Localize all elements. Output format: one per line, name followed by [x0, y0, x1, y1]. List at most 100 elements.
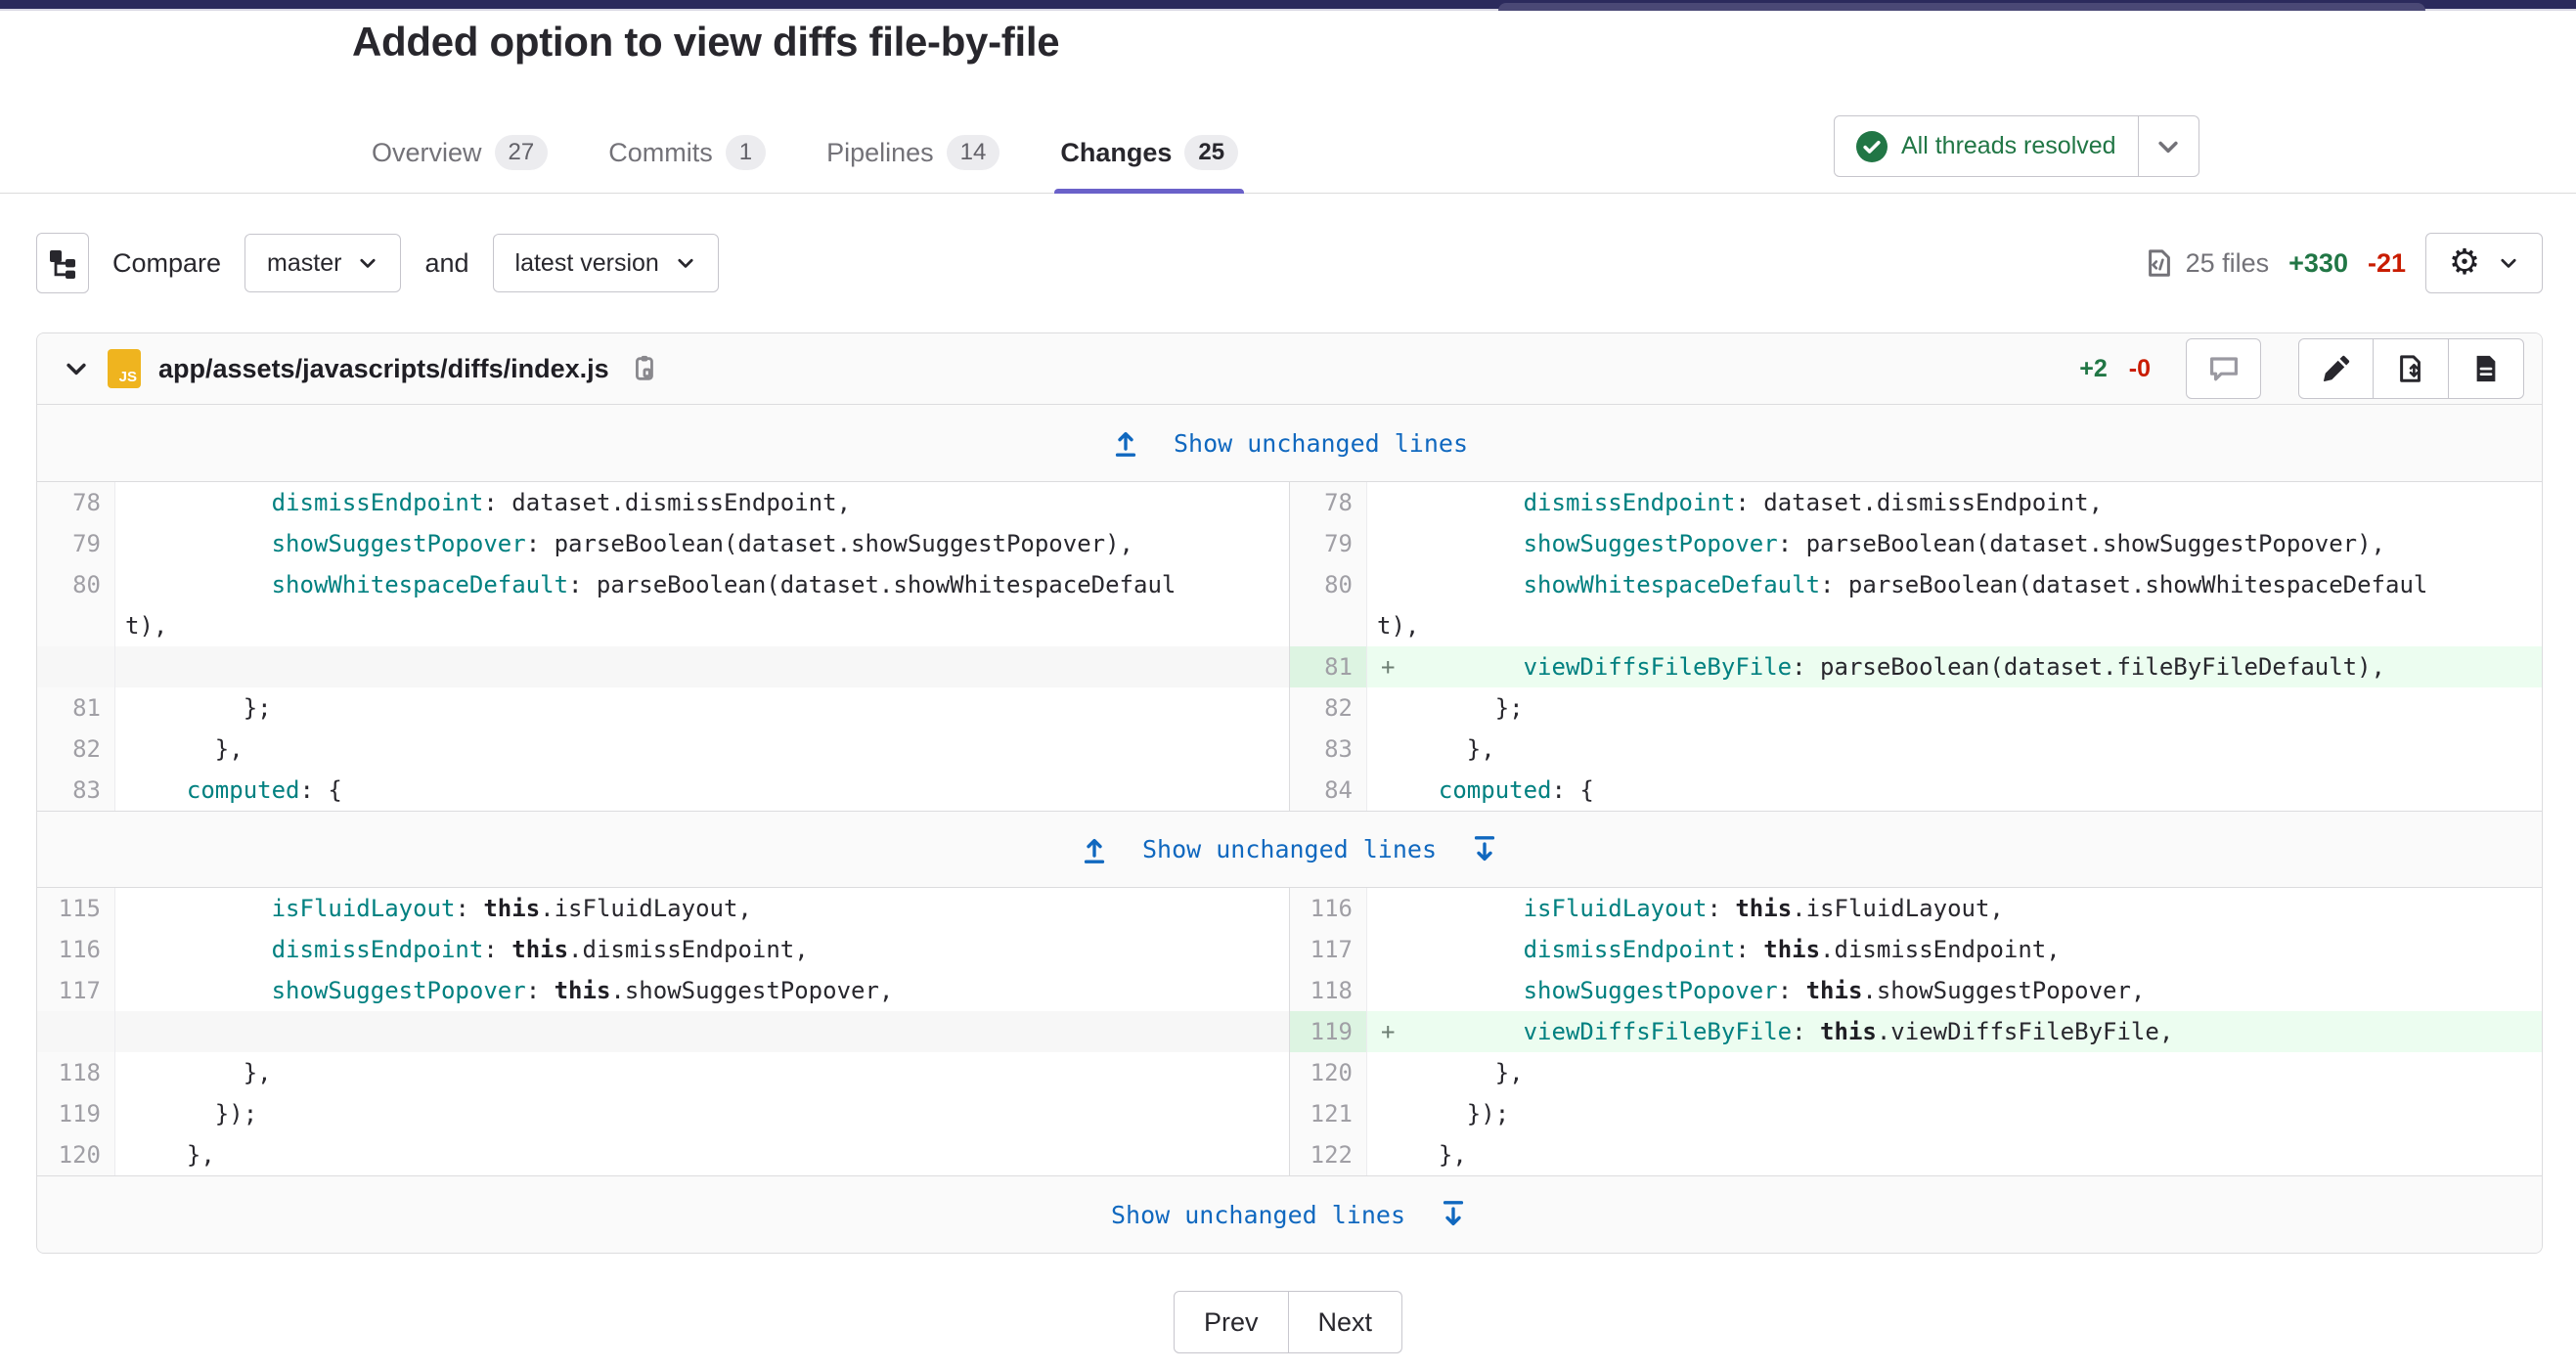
threads-resolved-dropdown-caret[interactable]	[2139, 115, 2199, 177]
old-code-cell	[115, 646, 1289, 687]
merge-request-changes-page: Added option to view diffs file-by-file …	[0, 0, 2576, 1371]
source-branch-value: master	[267, 249, 341, 278]
old-code-cell: },	[115, 1134, 1289, 1175]
old-line-number[interactable]: 116	[37, 929, 115, 970]
file-tree-toggle-button[interactable]	[36, 233, 89, 293]
old-line-number[interactable]: 79	[37, 523, 115, 564]
target-version-dropdown[interactable]: latest version	[493, 234, 719, 292]
old-code-cell: dismissEndpoint: this.dismissEndpoint,	[115, 929, 1289, 970]
new-line-number[interactable]: 117	[1289, 929, 1367, 970]
new-code-cell: showWhitespaceDefault: parseBoolean(data…	[1367, 564, 2542, 605]
new-line-number[interactable]: 120	[1289, 1052, 1367, 1093]
chevron-down-icon	[357, 252, 378, 274]
threads-resolved-label: All threads resolved	[1901, 132, 2116, 160]
new-line-number[interactable]: 119	[1289, 1011, 1367, 1052]
edit-file-button[interactable]	[2298, 338, 2374, 399]
chevron-down-icon	[675, 252, 696, 274]
compare-label: Compare	[112, 248, 221, 279]
mr-header: Added option to view diffs file-by-file …	[0, 13, 2576, 194]
navbar-search-bar[interactable]	[1498, 3, 2425, 11]
diff-row: 81+ viewDiffsFileByFile: parseBoolean(da…	[37, 646, 2542, 687]
new-code-cell: };	[1367, 687, 2542, 729]
view-file-button[interactable]	[2449, 338, 2524, 399]
diff-settings-dropdown[interactable]: ⚙	[2425, 233, 2543, 293]
old-code-cell: showSuggestPopover: parseBoolean(dataset…	[115, 523, 1289, 564]
old-line-number[interactable]: 118	[37, 1052, 115, 1093]
additions-count: +330	[2288, 248, 2348, 279]
next-file-button[interactable]: Next	[1289, 1291, 1403, 1353]
diff-row: 81 };82 };	[37, 687, 2542, 729]
target-version-value: latest version	[515, 249, 659, 278]
tab-commits[interactable]: Commits 1	[602, 135, 772, 194]
diff-row: 116 dismissEndpoint: this.dismissEndpoin…	[37, 929, 2542, 970]
diff-row: 119+ viewDiffsFileByFile: this.viewDiffs…	[37, 1011, 2542, 1052]
file-additions: +2	[2079, 355, 2108, 383]
show-unchanged-lines-link[interactable]: Show unchanged lines	[1111, 1201, 1405, 1229]
diff-hunk: 115 isFluidLayout: this.isFluidLayout,11…	[37, 888, 2542, 1175]
new-code-cell: },	[1367, 1052, 2542, 1093]
expand-lines-up-row[interactable]: Show unchanged lines	[37, 405, 2542, 482]
show-unchanged-lines-link[interactable]: Show unchanged lines	[1142, 835, 1437, 863]
file-pagination: Prev Next	[1174, 1291, 1402, 1353]
added-line-marker: +	[1381, 646, 1395, 687]
compare-versions-button[interactable]	[2374, 338, 2449, 399]
old-line-number[interactable]: 81	[37, 687, 115, 729]
new-line-number[interactable]: 83	[1289, 729, 1367, 770]
new-line-number[interactable]: 121	[1289, 1093, 1367, 1134]
new-code-cell: computed: {	[1367, 770, 2542, 811]
expand-up-icon	[1080, 835, 1109, 864]
source-branch-dropdown[interactable]: master	[244, 234, 401, 292]
new-code-cell: },	[1367, 729, 2542, 770]
tab-label: Commits	[608, 138, 713, 168]
new-code-cell: isFluidLayout: this.isFluidLayout,	[1367, 888, 2542, 929]
old-line-number[interactable]: 117	[37, 970, 115, 1011]
file-path[interactable]: app/assets/javascripts/diffs/index.js	[158, 354, 609, 384]
new-line-number[interactable]: 79	[1289, 523, 1367, 564]
diff-row: 83 computed: {84 computed: {	[37, 770, 2542, 811]
tab-overview[interactable]: Overview 27	[366, 135, 554, 194]
old-line-number[interactable]: 120	[37, 1134, 115, 1175]
show-unchanged-lines-link[interactable]: Show unchanged lines	[1174, 429, 1468, 458]
tab-changes[interactable]: Changes 25	[1054, 135, 1244, 194]
new-line-number[interactable]: 78	[1289, 482, 1367, 523]
copy-path-icon[interactable]	[629, 354, 658, 383]
new-line-number[interactable]: 81	[1289, 646, 1367, 687]
file-versions-icon	[2396, 354, 2425, 383]
new-code-cell: },	[1367, 1134, 2542, 1175]
new-line-number[interactable]: 80	[1289, 564, 1367, 605]
old-line-number[interactable]: 80	[37, 564, 115, 605]
diff-row: t),t),	[37, 605, 2542, 646]
diff-stats: 25 files +330 -21 ⚙	[2145, 233, 2543, 293]
tab-pipelines[interactable]: Pipelines 14	[821, 135, 1005, 194]
tab-count-badge: 1	[726, 135, 766, 170]
old-line-number[interactable]: 78	[37, 482, 115, 523]
old-code-cell: },	[115, 1052, 1289, 1093]
prev-file-button[interactable]: Prev	[1174, 1291, 1289, 1353]
new-line-number[interactable]: 116	[1289, 888, 1367, 929]
old-line-number[interactable]: 83	[37, 770, 115, 811]
old-line-number[interactable]: 82	[37, 729, 115, 770]
chevron-down-icon	[2498, 252, 2519, 274]
old-line-number[interactable]: 115	[37, 888, 115, 929]
expand-lines-down-row[interactable]: Show unchanged lines	[37, 1175, 2542, 1253]
compare-controls: Compare master and latest version	[36, 233, 719, 293]
expand-lines-both-row[interactable]: Show unchanged lines	[37, 811, 2542, 888]
deletions-count: -21	[2368, 248, 2406, 279]
new-line-number[interactable]: 122	[1289, 1134, 1367, 1175]
all-threads-resolved-button[interactable]: All threads resolved	[1834, 115, 2139, 177]
diff-row: 78 dismissEndpoint: dataset.dismissEndpo…	[37, 482, 2542, 523]
collapse-file-chevron-icon[interactable]	[63, 355, 90, 382]
new-line-number[interactable]: 82	[1289, 687, 1367, 729]
code-file-icon	[2145, 248, 2174, 278]
compare-bar: Compare master and latest version 25	[0, 194, 2576, 332]
old-line-number[interactable]: 119	[37, 1093, 115, 1134]
new-line-number[interactable]: 118	[1289, 970, 1367, 1011]
file-tree-icon	[47, 247, 78, 279]
tab-label: Overview	[372, 138, 482, 168]
file-deletions: -0	[2129, 355, 2151, 383]
new-line-number[interactable]: 84	[1289, 770, 1367, 811]
expand-down-icon	[1470, 835, 1499, 864]
comment-icon	[2208, 353, 2240, 384]
toggle-comments-button[interactable]	[2186, 338, 2261, 399]
diff-row: 115 isFluidLayout: this.isFluidLayout,11…	[37, 888, 2542, 929]
